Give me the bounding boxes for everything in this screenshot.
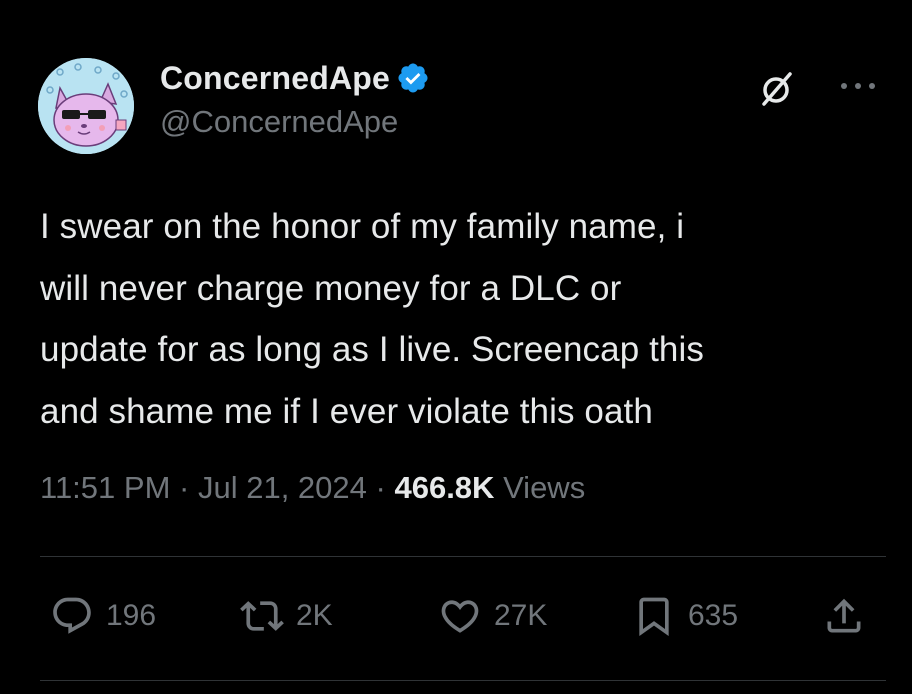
tweet-time[interactable]: 11:51 PM <box>40 470 170 505</box>
retweet-icon <box>240 601 284 631</box>
retweet-button[interactable]: 2K <box>240 594 333 638</box>
grok-icon[interactable] <box>757 70 795 108</box>
meta-separator: · <box>375 470 386 505</box>
author-info[interactable]: ConcernedApe @ConcernedApe <box>160 58 430 140</box>
tweet-date[interactable]: Jul 21, 2024 <box>198 470 367 505</box>
heart-icon <box>441 600 479 633</box>
meta-separator: · <box>179 470 190 505</box>
verified-badge-icon <box>396 61 430 95</box>
bookmark-count: 635 <box>688 599 739 632</box>
share-icon <box>827 598 861 633</box>
views-label: Views <box>503 470 586 505</box>
bookmark-button[interactable]: 635 <box>632 594 738 638</box>
tweet-text: I swear on the honor of my family name, … <box>40 207 704 431</box>
retweet-count: 2K <box>296 599 333 632</box>
display-name[interactable]: ConcernedApe <box>160 60 390 97</box>
views-count: 466.8K <box>394 470 495 505</box>
share-button[interactable] <box>822 594 866 638</box>
avatar[interactable] <box>38 58 134 154</box>
reply-icon <box>53 597 91 634</box>
reply-button[interactable]: 196 <box>50 594 156 638</box>
divider <box>40 556 886 557</box>
tweet-meta: 11:51 PM · Jul 21, 2024 · 466.8K Views <box>40 470 585 506</box>
reply-count: 196 <box>106 599 157 632</box>
handle[interactable]: @ConcernedApe <box>160 104 430 140</box>
more-icon[interactable] <box>836 76 880 96</box>
divider <box>40 680 886 681</box>
like-count: 27K <box>494 599 548 632</box>
bookmark-icon <box>639 597 669 637</box>
tweet-card: ConcernedApe @ConcernedApe I swear on th… <box>0 0 912 694</box>
like-button[interactable]: 27K <box>438 594 547 638</box>
